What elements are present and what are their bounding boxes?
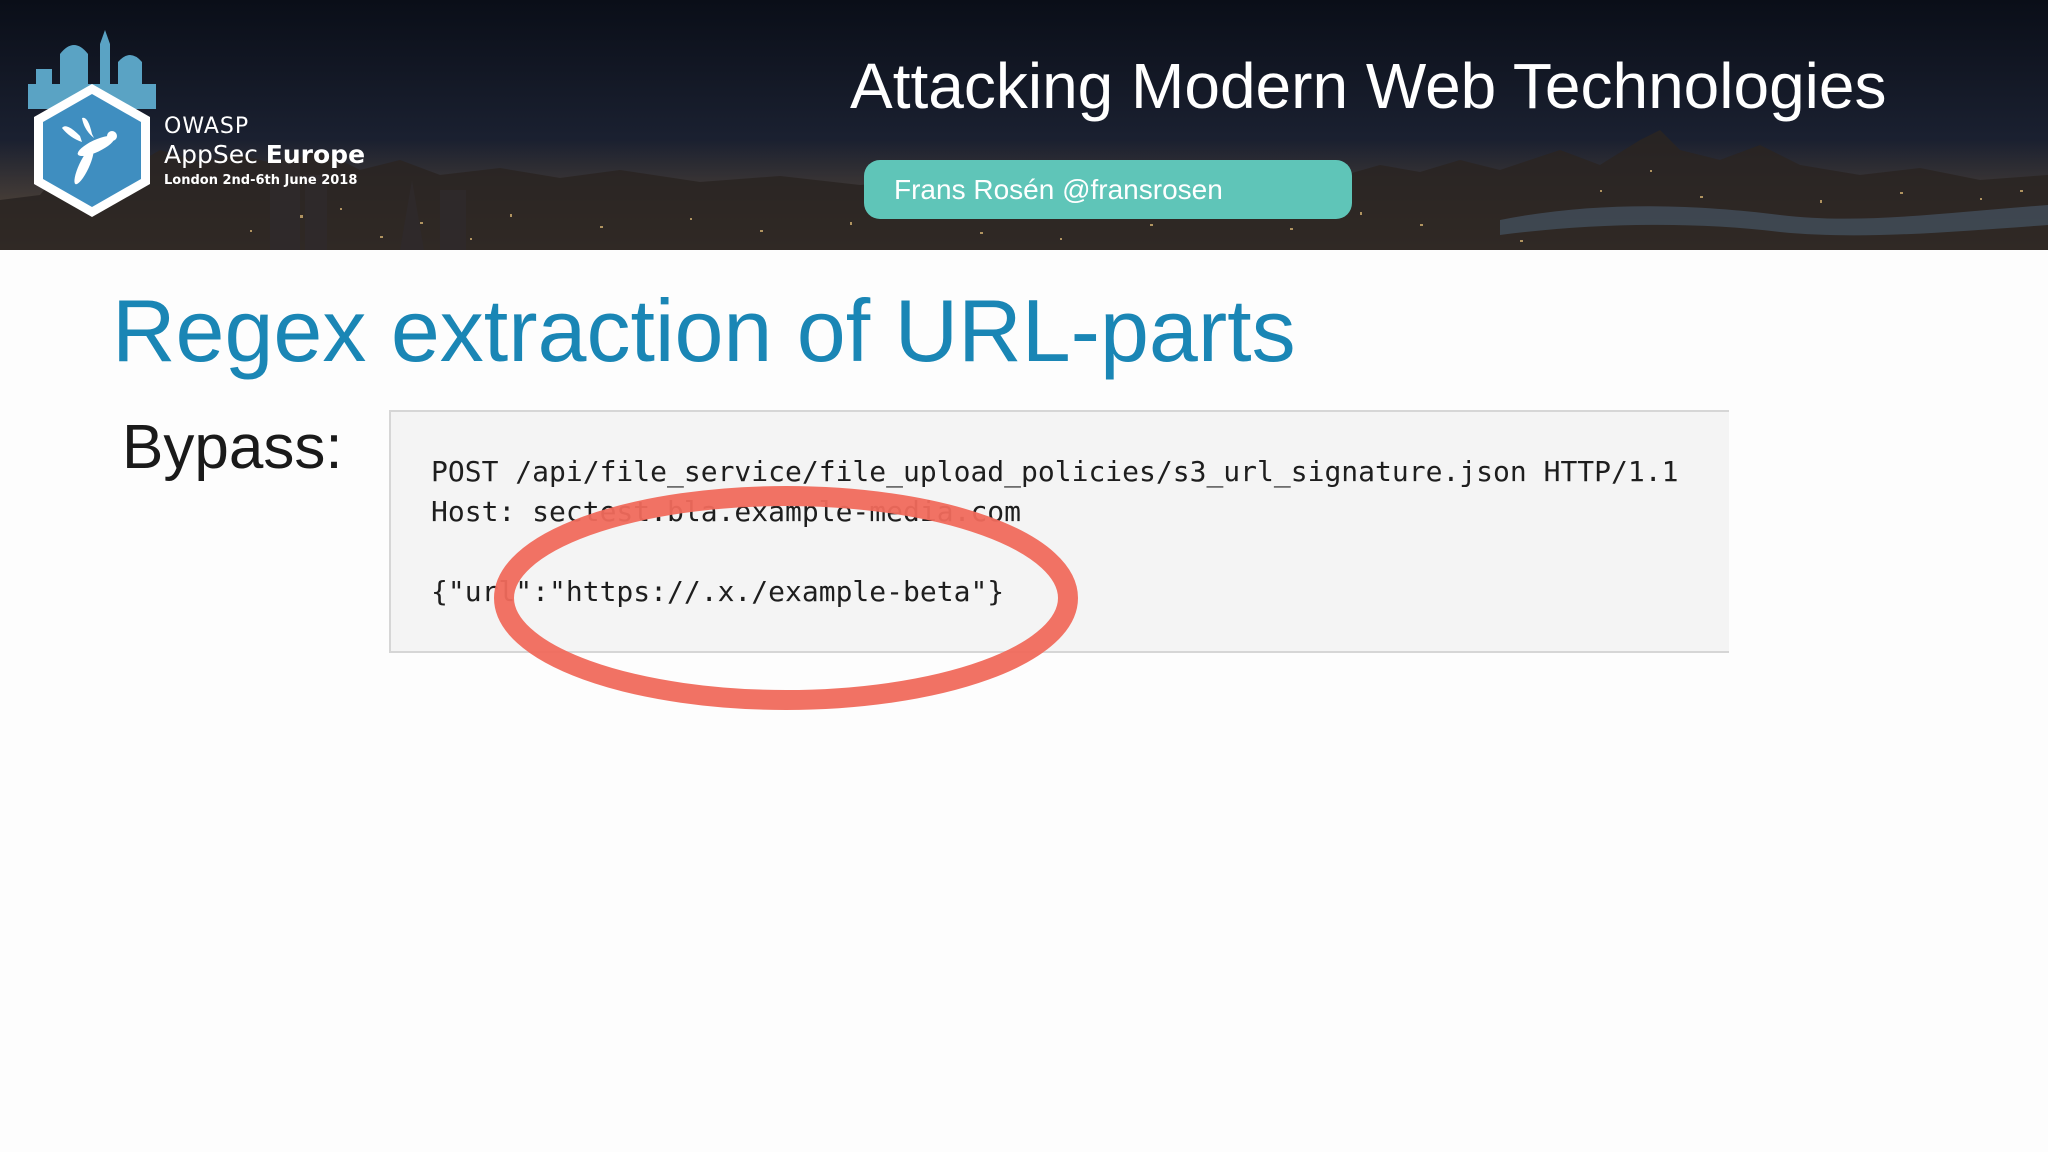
code-body-line: {"url":"https://.x./example-beta"} — [431, 575, 1005, 608]
event-name-regular: AppSec — [164, 140, 266, 169]
event-name: AppSec Europe — [164, 140, 365, 170]
organization-name: OWASP — [164, 114, 250, 139]
bypass-label: Bypass: — [122, 413, 343, 482]
talk-title: Attacking Modern Web Technologies — [850, 50, 1887, 122]
event-name-bold: Europe — [265, 140, 366, 169]
header-banner: OWASP AppSec Europe London 2nd-6th June … — [0, 0, 2048, 250]
slide: OWASP AppSec Europe London 2nd-6th June … — [0, 0, 2048, 1152]
event-dates: London 2nd-6th June 2018 — [164, 173, 358, 188]
code-host-line: Host: sectest.bla.example-media.com — [431, 495, 1022, 528]
owasp-logo — [28, 30, 156, 217]
code-request-line: POST /api/file_service/file_upload_polic… — [431, 455, 1679, 488]
slide-title: Regex extraction of URL-parts — [112, 281, 1296, 380]
event-brand: OWASP AppSec Europe London 2nd-6th June … — [164, 114, 365, 192]
http-request-code-block: POST /api/file_service/file_upload_polic… — [389, 410, 1729, 653]
speaker-badge: Frans Rosén @fransrosen — [864, 160, 1352, 219]
